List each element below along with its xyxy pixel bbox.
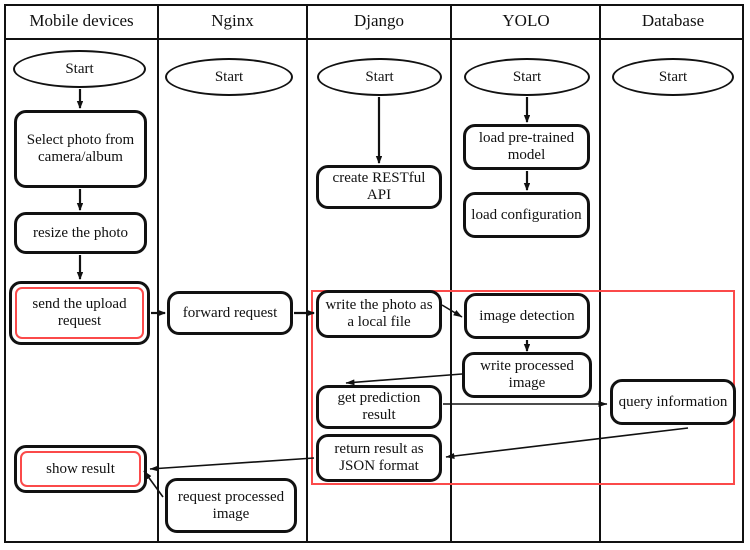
node-label: load pre-trained model	[478, 130, 575, 163]
node-label: write the photo as a local file	[325, 297, 433, 330]
terminator-label: Start	[512, 68, 542, 85]
node-return-result-json[interactable]: return result as JSON format	[316, 434, 442, 482]
node-label: send the upload request	[15, 287, 144, 339]
node-send-upload-request[interactable]: send the upload request	[9, 281, 150, 345]
terminator-label: Start	[658, 68, 688, 85]
node-label: Select photo from camera/album	[26, 132, 135, 165]
node-label: show result	[20, 451, 141, 487]
node-write-photo-local-file[interactable]: write the photo as a local file	[316, 290, 442, 338]
node-create-restful-api[interactable]: create RESTful API	[316, 165, 442, 209]
lane-header-database: Database	[641, 11, 705, 30]
lane-divider-1	[157, 4, 159, 543]
node-load-configuration[interactable]: load configuration	[463, 192, 590, 238]
start-terminator-yolo: Start	[464, 58, 590, 96]
node-image-detection[interactable]: image detection	[464, 293, 590, 339]
start-terminator-django: Start	[317, 58, 442, 96]
node-resize-photo[interactable]: resize the photo	[14, 212, 147, 254]
terminator-label: Start	[214, 68, 244, 85]
node-label: return result as JSON format	[334, 441, 424, 474]
node-load-pretrained-model[interactable]: load pre-trained model	[463, 124, 590, 170]
lane-header-django: Django	[353, 11, 405, 30]
node-label: image detection	[479, 307, 575, 324]
terminator-label: Start	[65, 60, 94, 77]
start-terminator-nginx: Start	[165, 58, 293, 96]
node-label: load configuration	[471, 206, 582, 223]
lane-header-mobile: Mobile devices	[29, 11, 134, 30]
node-label: forward request	[182, 304, 278, 321]
header-divider	[4, 38, 744, 40]
node-label: create RESTful API	[332, 170, 426, 203]
start-terminator-mobile: Start	[13, 50, 146, 88]
flowchart-canvas: Mobile devices Nginx Django YOLO Databas…	[0, 0, 750, 550]
node-label: resize the photo	[33, 224, 128, 241]
node-forward-request[interactable]: forward request	[167, 291, 293, 335]
node-label: write processed image	[480, 358, 574, 391]
start-terminator-database: Start	[612, 58, 734, 96]
node-label: query information	[618, 393, 728, 410]
terminator-label: Start	[365, 68, 394, 85]
lane-divider-2	[306, 4, 308, 543]
node-request-processed-image[interactable]: request processed image	[165, 478, 297, 533]
node-get-prediction-result[interactable]: get prediction result	[316, 385, 442, 429]
node-query-information[interactable]: query information	[610, 379, 736, 425]
node-write-processed-image[interactable]: write processed image	[462, 352, 592, 398]
node-show-result[interactable]: show result	[14, 445, 147, 493]
lane-header-nginx: Nginx	[211, 11, 254, 30]
node-label: get prediction result	[337, 390, 421, 423]
lane-header-yolo: YOLO	[502, 11, 550, 30]
node-label: request processed image	[177, 488, 285, 522]
node-select-photo[interactable]: Select photo from camera/album	[14, 110, 147, 188]
